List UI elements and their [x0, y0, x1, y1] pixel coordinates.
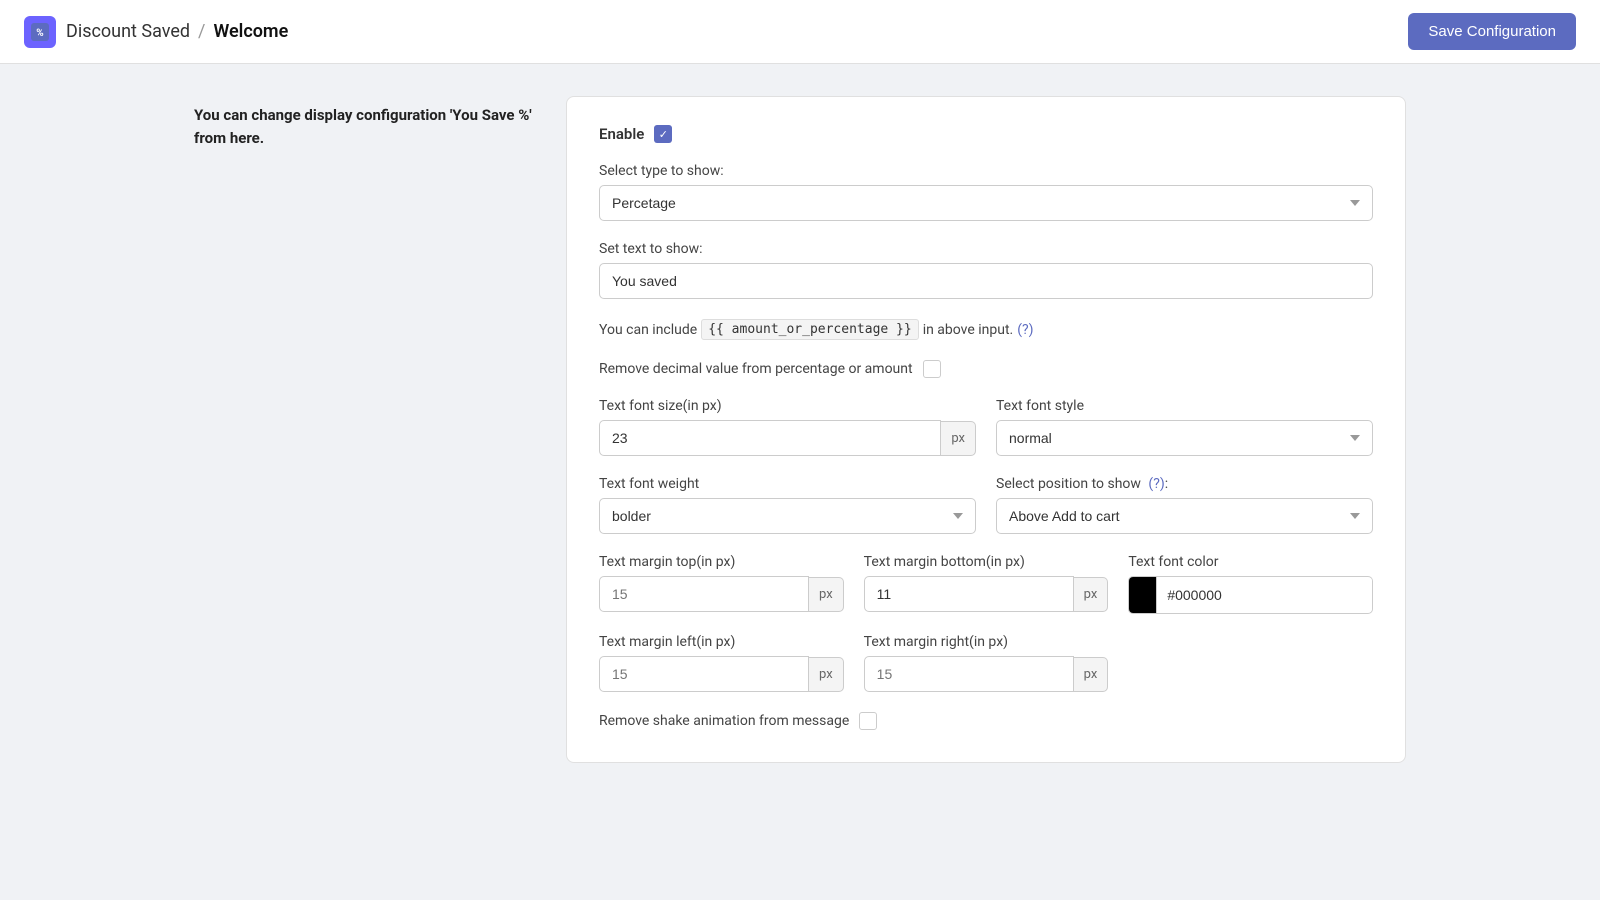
- enable-row: Enable ✓: [599, 125, 1373, 143]
- remove-decimal-row: Remove decimal value from percentage or …: [599, 360, 1373, 378]
- remove-decimal-checkbox[interactable]: [923, 360, 941, 378]
- margin-left-label: Text margin left(in px): [599, 634, 844, 650]
- font-weight-select[interactable]: bolder bold normal lighter: [599, 498, 976, 534]
- margin-bottom-field: Text margin bottom(in px) px: [864, 554, 1109, 614]
- font-size-input-group: px: [599, 420, 976, 456]
- font-size-input[interactable]: [599, 420, 941, 456]
- position-field: Select position to show (?): Above Add t…: [996, 476, 1373, 534]
- breadcrumb-current: Welcome: [213, 21, 288, 42]
- margin-right-input-group: px: [864, 656, 1109, 692]
- margin-left-unit: px: [809, 657, 844, 692]
- font-style-select[interactable]: normal italic oblique: [996, 420, 1373, 456]
- margin-top-bottom-color-row: Text margin top(in px) px Text margin bo…: [599, 554, 1373, 614]
- header-left: % Discount Saved / Welcome: [24, 16, 288, 48]
- position-label: Select position to show (?):: [996, 476, 1373, 492]
- sidebar-description: You can change display configuration 'Yo…: [194, 96, 534, 763]
- include-hint: You can include {{ amount_or_percentage …: [599, 319, 1373, 340]
- set-text-input[interactable]: [599, 263, 1373, 299]
- color-swatch[interactable]: [1129, 577, 1157, 613]
- font-size-style-row: Text font size(in px) px Text font style…: [599, 398, 1373, 456]
- font-weight-field: Text font weight bolder bold normal ligh…: [599, 476, 976, 534]
- font-style-field: Text font style normal italic oblique: [996, 398, 1373, 456]
- remove-shake-label: Remove shake animation from message: [599, 713, 849, 729]
- breadcrumb-main: Discount Saved: [66, 21, 190, 42]
- include-hint-suffix: in above input.: [923, 322, 1014, 338]
- include-hint-code: {{ amount_or_percentage }}: [701, 319, 919, 340]
- font-size-field: Text font size(in px) px: [599, 398, 976, 456]
- margin-right-input[interactable]: [864, 656, 1074, 692]
- include-hint-help[interactable]: (?): [1017, 322, 1033, 338]
- enable-checkbox[interactable]: ✓: [654, 125, 672, 143]
- remove-decimal-label: Remove decimal value from percentage or …: [599, 361, 913, 377]
- font-weight-label: Text font weight: [599, 476, 976, 492]
- margin-top-field: Text margin top(in px) px: [599, 554, 844, 614]
- main-content: You can change display configuration 'Yo…: [170, 64, 1430, 795]
- margin-bottom-input[interactable]: [864, 576, 1074, 612]
- remove-shake-checkbox[interactable]: [859, 712, 877, 730]
- margin-top-input-group: px: [599, 576, 844, 612]
- margin-left-input[interactable]: [599, 656, 809, 692]
- set-text-label: Set text to show:: [599, 241, 1373, 257]
- margin-bottom-input-group: px: [864, 576, 1109, 612]
- color-input-wrapper: [1128, 576, 1373, 614]
- margin-right-field: Text margin right(in px) px: [864, 634, 1109, 692]
- select-type-label: Select type to show:: [599, 163, 1373, 179]
- margin-left-field: Text margin left(in px) px: [599, 634, 844, 692]
- include-hint-prefix: You can include: [599, 322, 697, 338]
- app-icon: %: [24, 16, 56, 48]
- margin-top-unit: px: [809, 577, 844, 612]
- margin-top-label: Text margin top(in px): [599, 554, 844, 570]
- select-type-field: Select type to show: Percetage Amount Bo…: [599, 163, 1373, 221]
- header: % Discount Saved / Welcome Save Configur…: [0, 0, 1600, 64]
- position-help[interactable]: (?): [1148, 476, 1164, 492]
- font-color-field: Text font color: [1128, 554, 1373, 614]
- margin-right-unit: px: [1074, 657, 1109, 692]
- font-style-label: Text font style: [996, 398, 1373, 414]
- enable-label: Enable: [599, 125, 644, 143]
- margin-right-label: Text margin right(in px): [864, 634, 1109, 650]
- margin-top-input[interactable]: [599, 576, 809, 612]
- font-weight-position-row: Text font weight bolder bold normal ligh…: [599, 476, 1373, 534]
- margin-left-right-row: Text margin left(in px) px Text margin r…: [599, 634, 1373, 692]
- config-panel: Enable ✓ Select type to show: Percetage …: [566, 96, 1406, 763]
- position-select[interactable]: Above Add to cart Below Add to cart Abov…: [996, 498, 1373, 534]
- select-type-select[interactable]: Percetage Amount Both: [599, 185, 1373, 221]
- save-configuration-button[interactable]: Save Configuration: [1408, 13, 1576, 50]
- breadcrumb-separator: /: [198, 21, 205, 42]
- font-size-unit: px: [941, 421, 976, 456]
- font-size-label: Text font size(in px): [599, 398, 976, 414]
- svg-text:%: %: [36, 28, 43, 39]
- margin-bottom-label: Text margin bottom(in px): [864, 554, 1109, 570]
- margin-left-input-group: px: [599, 656, 844, 692]
- remove-shake-row: Remove shake animation from message: [599, 712, 1373, 730]
- set-text-field: Set text to show:: [599, 241, 1373, 299]
- color-value-input[interactable]: [1157, 578, 1372, 612]
- font-color-label: Text font color: [1128, 554, 1373, 570]
- margin-bottom-unit: px: [1074, 577, 1109, 612]
- breadcrumb: Discount Saved / Welcome: [66, 21, 288, 42]
- sidebar-description-text: You can change display configuration 'Yo…: [194, 104, 534, 149]
